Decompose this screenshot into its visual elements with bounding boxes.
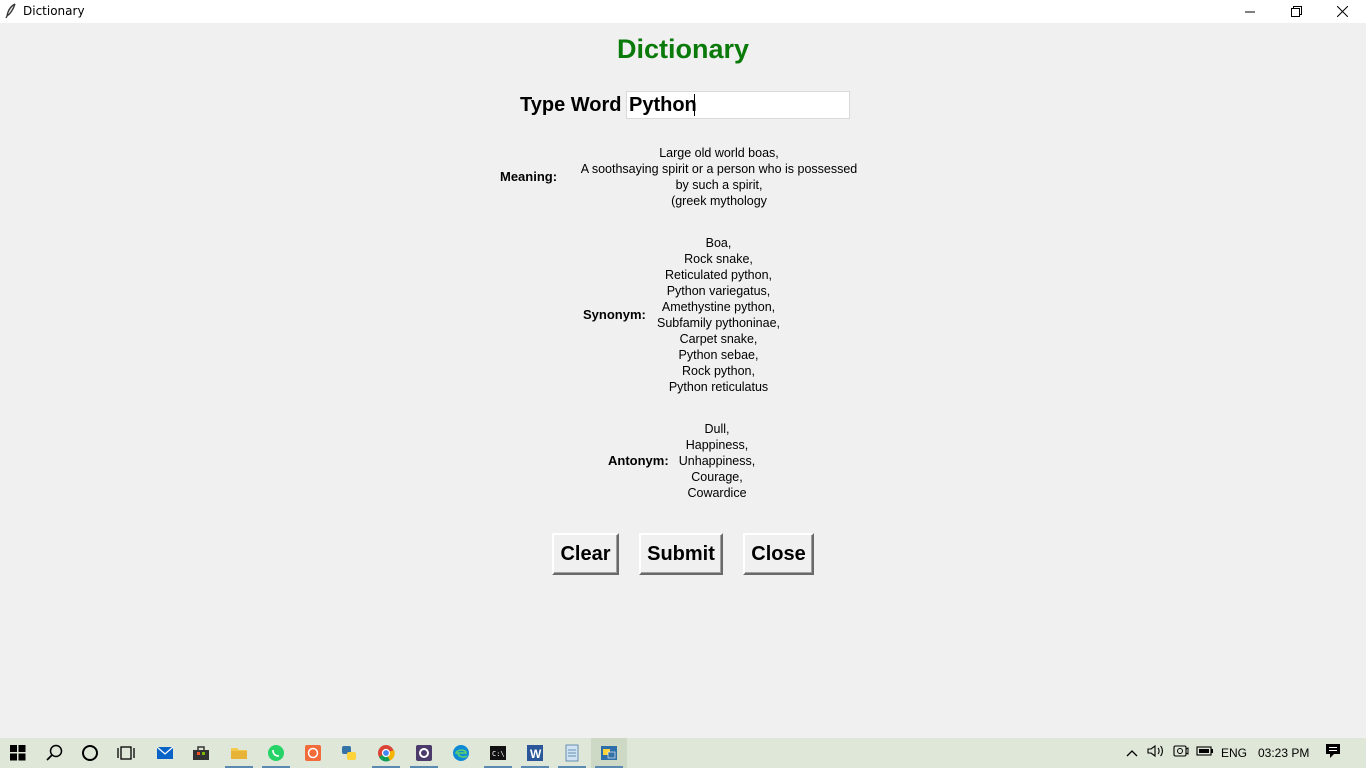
- close-icon: [1336, 6, 1348, 17]
- feather-icon: [4, 3, 18, 19]
- python-window-icon: [600, 745, 618, 761]
- taskbar-store[interactable]: [183, 738, 219, 768]
- app-gear-icon: [415, 744, 433, 762]
- minimize-icon: [1245, 7, 1255, 17]
- search-button[interactable]: [37, 738, 73, 768]
- minimize-button[interactable]: [1227, 0, 1273, 23]
- clear-button[interactable]: Clear: [552, 533, 619, 575]
- edge-icon: [452, 744, 470, 762]
- window-title: Dictionary: [23, 4, 85, 18]
- camera-icon: [1173, 744, 1189, 763]
- word-input[interactable]: [626, 91, 850, 119]
- taskbar-file-explorer[interactable]: [221, 738, 257, 768]
- taskbar-mail[interactable]: [147, 738, 183, 768]
- taskbar: C:\ W ENG 03:23 PM: [0, 738, 1366, 768]
- synonym-text: Boa, Rock snake, Reticulated python, Pyt…: [657, 236, 780, 394]
- app-heading: Dictionary: [616, 34, 750, 64]
- taskbar-notepad[interactable]: [554, 738, 590, 768]
- python-icon: [340, 744, 358, 762]
- taskbar-edge[interactable]: [443, 738, 479, 768]
- taskbar-app-orange[interactable]: [295, 738, 331, 768]
- taskbar-whatsapp[interactable]: [258, 738, 294, 768]
- close-window-button[interactable]: [1319, 0, 1365, 23]
- taskbar-word[interactable]: W: [517, 738, 553, 768]
- search-icon: [46, 744, 64, 762]
- task-view-icon: [117, 745, 135, 761]
- battery-icon: [1196, 744, 1214, 762]
- title-bar: Dictionary: [0, 0, 1366, 23]
- type-word-label: Type Word: [520, 94, 622, 116]
- notifications-button[interactable]: [1322, 738, 1344, 768]
- cortana-button[interactable]: [72, 738, 108, 768]
- close-button[interactable]: Close: [743, 533, 814, 575]
- windows-start-icon: [10, 745, 26, 761]
- antonym-label: Antonym:: [608, 453, 669, 468]
- store-icon: [192, 745, 210, 761]
- whatsapp-icon: [267, 744, 285, 762]
- taskbar-chrome[interactable]: [368, 738, 404, 768]
- meaning-text: Large old world boas, A soothsaying spir…: [580, 146, 858, 208]
- file-explorer-icon: [230, 745, 248, 761]
- speaker-icon: [1147, 744, 1165, 763]
- chevron-up-icon: [1126, 744, 1138, 762]
- mail-icon: [156, 745, 174, 761]
- camera-button[interactable]: [1172, 738, 1190, 768]
- show-hidden-icons-button[interactable]: [1124, 738, 1140, 768]
- terminal-icon: C:\: [489, 745, 507, 761]
- taskbar-python-window[interactable]: [591, 738, 627, 768]
- task-view-button[interactable]: [108, 738, 144, 768]
- synonym-label: Synonym:: [583, 307, 646, 322]
- taskbar-app-gear[interactable]: [406, 738, 442, 768]
- antonym-text: Dull, Happiness, Unhappiness, Courage, C…: [678, 422, 756, 500]
- start-button[interactable]: [0, 738, 36, 768]
- taskbar-terminal[interactable]: C:\: [480, 738, 516, 768]
- restore-icon: [1290, 6, 1302, 17]
- submit-button[interactable]: Submit: [639, 533, 723, 575]
- text-caret: [694, 94, 695, 116]
- cortana-icon: [81, 744, 99, 762]
- clock[interactable]: 03:23 PM: [1258, 738, 1309, 768]
- restore-button[interactable]: [1273, 0, 1319, 23]
- chrome-icon: [377, 744, 395, 762]
- word-icon: W: [526, 744, 544, 762]
- app-orange-icon: [304, 744, 322, 762]
- meaning-label: Meaning:: [500, 169, 558, 184]
- taskbar-python[interactable]: [331, 738, 367, 768]
- volume-button[interactable]: [1146, 738, 1166, 768]
- language-indicator[interactable]: ENG: [1221, 738, 1247, 768]
- svg-text:W: W: [530, 747, 542, 761]
- svg-text:C:\: C:\: [492, 750, 505, 758]
- battery-button[interactable]: [1196, 738, 1214, 768]
- notifications-icon: [1325, 743, 1341, 764]
- notepad-icon: [564, 744, 580, 762]
